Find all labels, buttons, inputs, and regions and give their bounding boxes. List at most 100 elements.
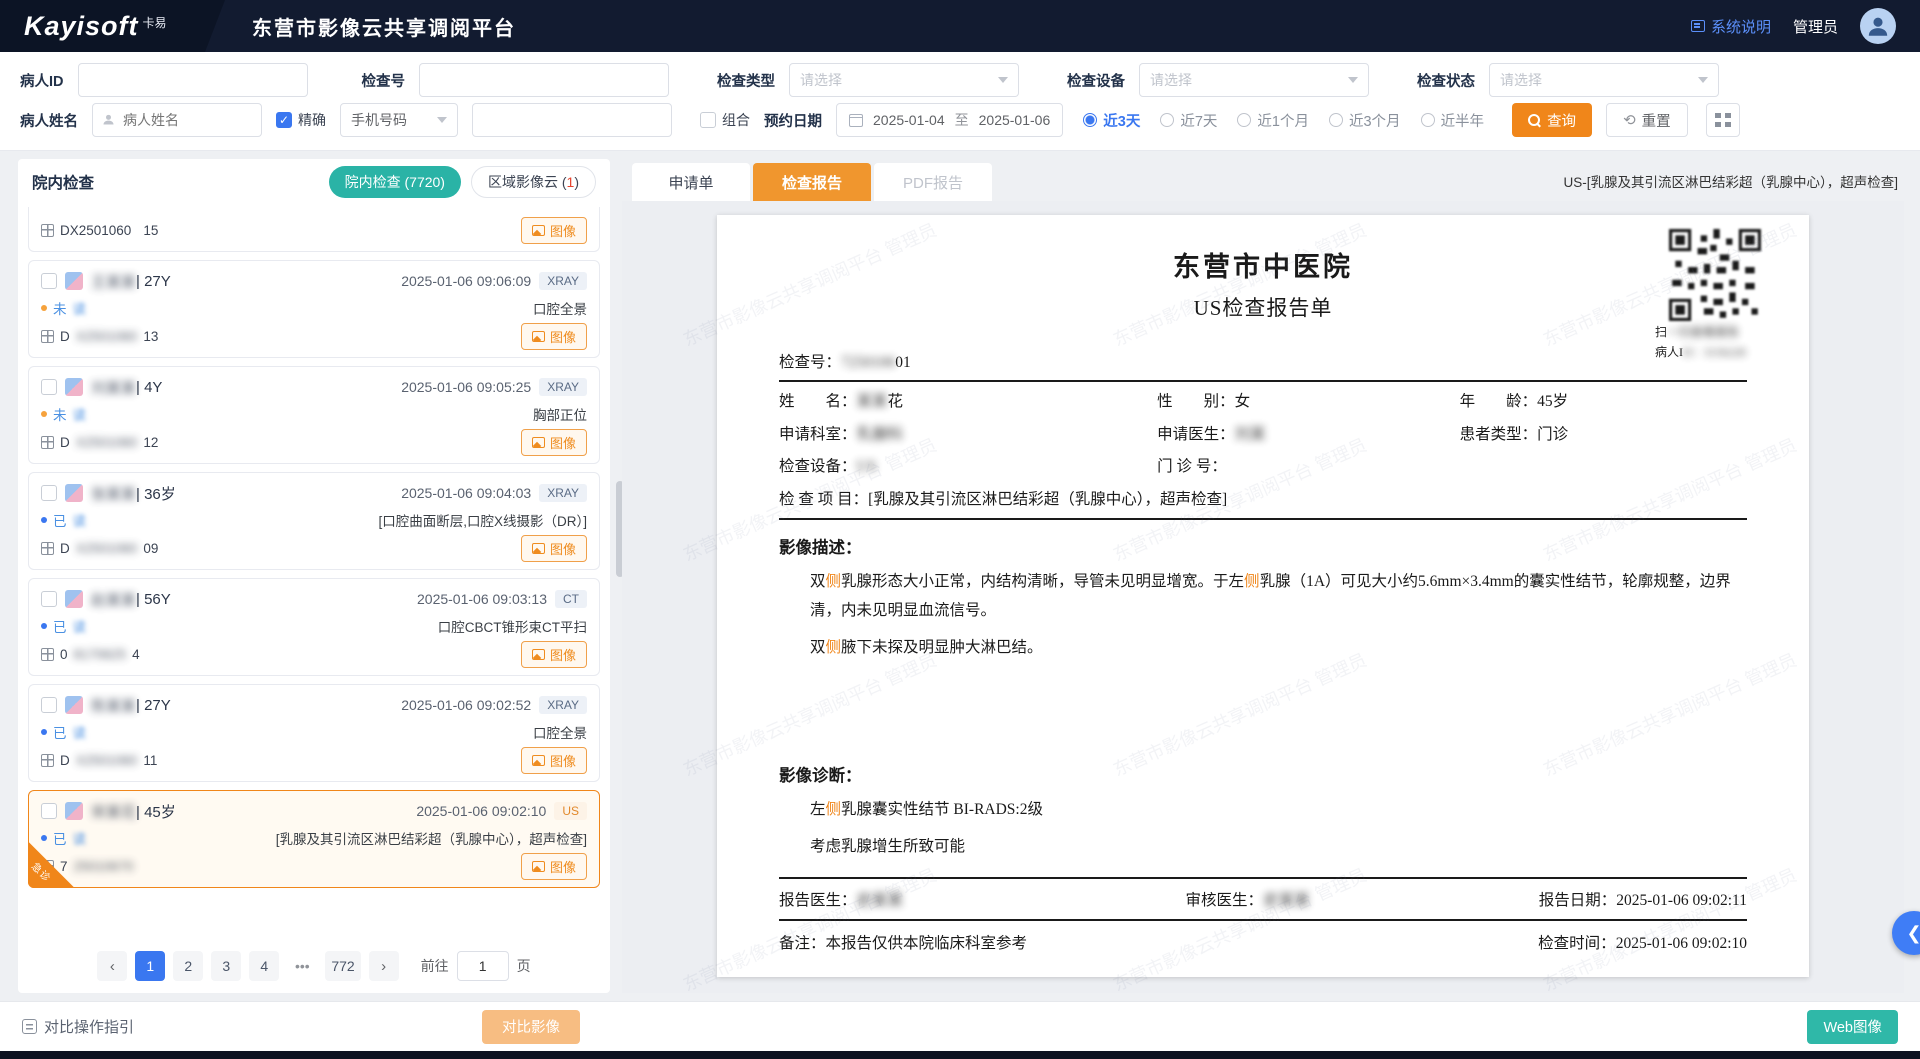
exam-card[interactable]: 刘某某 | 4Y 2025-01-06 09:05:25 XRAY 未读 胸部正… bbox=[28, 366, 600, 464]
patient-id-input[interactable] bbox=[78, 63, 308, 97]
picture-icon bbox=[532, 437, 545, 448]
exam-status-placeholder: 请选择 bbox=[1500, 70, 1542, 90]
read-status: 未读 bbox=[41, 298, 86, 318]
accession-icon bbox=[41, 860, 54, 873]
current-study-label: US-[乳腺及其引流区淋巴结彩超（乳腺中心），超声检查] bbox=[1563, 171, 1904, 201]
search-label: 查询 bbox=[1547, 110, 1576, 131]
filter-row-1: 病人ID 检查号 检查类型 请选择 检查设备 请选择 检查状态 请选择 bbox=[20, 60, 1900, 100]
image-button[interactable]: 图像 bbox=[521, 217, 587, 244]
image-button[interactable]: 图像 bbox=[521, 747, 587, 774]
date-end[interactable]: 2025-01-06 bbox=[979, 112, 1051, 128]
page-button[interactable]: 1 bbox=[135, 951, 165, 981]
review-doctor: 审核医生：史某某 bbox=[1186, 888, 1476, 910]
pagination-ellipsis: ••• bbox=[287, 951, 317, 981]
report-tab[interactable]: PDF报告 bbox=[874, 163, 992, 201]
report-tab-bar: 申请单检查报告PDF报告 US-[乳腺及其引流区淋巴结彩超（乳腺中心），超声检查… bbox=[622, 159, 1904, 201]
page-button[interactable]: 772 bbox=[325, 951, 360, 981]
exam-card[interactable]: 王某某 | 27Y 2025-01-06 09:06:09 XRAY 未读 口腔… bbox=[28, 260, 600, 358]
field-dept: 申请科室：乳腺科 bbox=[779, 419, 1157, 452]
exam-no-input[interactable] bbox=[419, 63, 669, 97]
modality-badge: XRAY bbox=[539, 272, 587, 290]
exam-time: 2025-01-06 09:06:09 bbox=[401, 273, 531, 289]
modality-badge: US bbox=[554, 802, 587, 820]
patient-thumbnail bbox=[65, 590, 83, 608]
exam-card[interactable]: 张某某 | 36岁 2025-01-06 09:04:03 XRAY 已读 [口… bbox=[28, 472, 600, 570]
exam-device-placeholder: 请选择 bbox=[1150, 70, 1192, 90]
tab-regional-cloud[interactable]: 区域影像云 (1) bbox=[471, 166, 596, 198]
field-empty bbox=[1460, 451, 1747, 484]
chevron-down-icon bbox=[1698, 77, 1708, 83]
exam-checkbox[interactable] bbox=[41, 485, 57, 501]
field-patient-type: 患者类型：门诊 bbox=[1460, 419, 1747, 452]
user-avatar[interactable] bbox=[1860, 8, 1896, 44]
exam-checkbox[interactable] bbox=[41, 803, 57, 819]
panel-title: 院内检查 bbox=[32, 171, 94, 193]
exam-number: DX250106011 bbox=[41, 753, 157, 768]
exam-time: 2025-01-06 09:02:52 bbox=[401, 697, 531, 713]
exam-checkbox[interactable] bbox=[41, 379, 57, 395]
status-dot bbox=[41, 305, 47, 311]
system-help-label: 系统说明 bbox=[1711, 16, 1771, 37]
image-button[interactable]: 图像 bbox=[521, 535, 587, 562]
next-page-button[interactable]: › bbox=[369, 951, 399, 981]
exam-list-header: 院内检查 院内检查 (7720) 区域影像云 (1) bbox=[18, 159, 610, 205]
exam-checkbox[interactable] bbox=[41, 273, 57, 289]
report-tab[interactable]: 申请单 bbox=[632, 163, 750, 201]
exam-type-select[interactable]: 请选择 bbox=[789, 63, 1019, 97]
calendar-icon bbox=[849, 114, 863, 127]
web-image-button[interactable]: Web图像 bbox=[1807, 1010, 1898, 1044]
layout-tool-button[interactable] bbox=[1706, 103, 1740, 137]
goto-page-input[interactable] bbox=[457, 951, 509, 981]
patient-name-input[interactable] bbox=[92, 103, 262, 137]
exam-checkbox[interactable] bbox=[41, 591, 57, 607]
goto-label: 前往 bbox=[421, 956, 449, 976]
report-tab[interactable]: 检查报告 bbox=[753, 163, 871, 201]
date-start[interactable]: 2025-01-04 bbox=[873, 112, 945, 128]
guide-label: 对比操作指引 bbox=[44, 1016, 134, 1037]
combo-checkbox[interactable] bbox=[700, 112, 716, 128]
exam-card[interactable]: DX250106015 图像 bbox=[28, 207, 600, 252]
exam-number: DX250106013 bbox=[41, 329, 158, 344]
bottom-bar: 对比操作指引 对比影像 Web图像 bbox=[0, 1001, 1920, 1051]
date-label: 预约日期 bbox=[764, 110, 822, 131]
quick-range-option[interactable]: 近3个月 bbox=[1329, 110, 1401, 131]
exam-number: DX250106012 bbox=[41, 435, 158, 450]
diagnosis-line: 左侧乳腺囊实性结节 BI-RADS:2级 bbox=[779, 796, 1747, 825]
exam-status-select[interactable]: 请选择 bbox=[1489, 63, 1719, 97]
exam-device-select[interactable]: 请选择 bbox=[1139, 63, 1369, 97]
reset-button[interactable]: ⟲重置 bbox=[1606, 103, 1688, 137]
quick-range-option[interactable]: 近1个月 bbox=[1237, 110, 1309, 131]
exam-card[interactable]: 宋某花 | 45岁 2025-01-06 09:02:10 US 已读 [乳腺及… bbox=[28, 790, 600, 888]
search-button[interactable]: 查询 bbox=[1512, 103, 1592, 137]
quick-range-option[interactable]: 近半年 bbox=[1421, 110, 1485, 131]
exact-checkbox[interactable]: ✓ bbox=[276, 112, 292, 128]
compare-images-button[interactable]: 对比影像 bbox=[482, 1010, 580, 1044]
date-range-picker[interactable]: 2025-01-04 至 2025-01-06 bbox=[836, 103, 1063, 137]
quick-range-option[interactable]: 近3天 bbox=[1083, 110, 1140, 131]
phone-input[interactable] bbox=[472, 103, 672, 137]
image-button[interactable]: 图像 bbox=[521, 429, 587, 456]
page-button[interactable]: 3 bbox=[211, 951, 241, 981]
exam-number: 081706254 bbox=[41, 647, 140, 662]
prev-page-button[interactable]: ‹ bbox=[97, 951, 127, 981]
modality-badge: XRAY bbox=[539, 696, 587, 714]
compare-guide-link[interactable]: 对比操作指引 bbox=[22, 1016, 134, 1037]
exam-status-label: 检查状态 bbox=[1417, 70, 1475, 91]
goto-page: 前往 页 bbox=[421, 951, 531, 981]
page-button[interactable]: 2 bbox=[173, 951, 203, 981]
exam-checkbox[interactable] bbox=[41, 697, 57, 713]
patient-name: 赵某某 | 56Y bbox=[91, 589, 171, 610]
tab-internal-exams[interactable]: 院内检查 (7720) bbox=[329, 166, 461, 198]
page-button[interactable]: 4 bbox=[249, 951, 279, 981]
image-button[interactable]: 图像 bbox=[521, 323, 587, 350]
exam-card[interactable]: 赵某某 | 56Y 2025-01-06 09:03:13 CT 已读 口腔CB… bbox=[28, 578, 600, 676]
report-footer-doctors: 报告医生：史某某 审核医生：史某某 报告日期：2025-01-06 09:02:… bbox=[779, 877, 1747, 921]
phone-type-select[interactable]: 手机号码 bbox=[340, 103, 458, 137]
image-button[interactable]: 图像 bbox=[521, 853, 587, 880]
exam-card[interactable]: 陈某某 | 27Y 2025-01-06 09:02:52 XRAY 已读 口腔… bbox=[28, 684, 600, 782]
quick-range-option[interactable]: 近7天 bbox=[1160, 110, 1217, 131]
modality-badge: XRAY bbox=[539, 378, 587, 396]
patient-thumbnail bbox=[65, 802, 83, 820]
image-button[interactable]: 图像 bbox=[521, 641, 587, 668]
system-help-link[interactable]: 系统说明 bbox=[1691, 16, 1771, 37]
